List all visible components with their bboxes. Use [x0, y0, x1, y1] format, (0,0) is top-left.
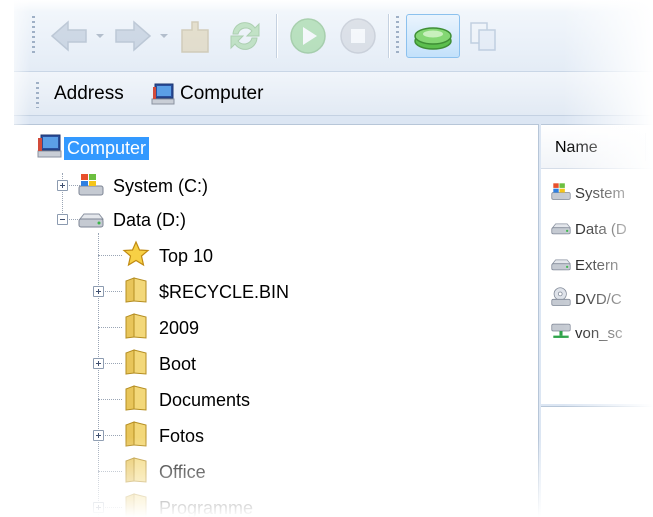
tree-node-programme[interactable]: Programme — [122, 491, 256, 517]
list-item-label: DVD/C — [575, 290, 622, 308]
back-dropdown-arrow[interactable] — [96, 34, 104, 38]
column-divider[interactable] — [645, 133, 646, 161]
address-label: Address — [54, 83, 124, 104]
tree-node-label: 2009 — [159, 317, 200, 338]
details-pane — [541, 406, 653, 517]
tree-node-label: Fotos — [159, 425, 205, 446]
tree-node-label: System (C:) — [113, 175, 209, 196]
toolbar — [14, 0, 653, 72]
collapse-toggle[interactable] — [57, 214, 68, 225]
tree-node-system-drive[interactable]: System (C:) — [78, 169, 211, 203]
address-bar-grip[interactable] — [36, 82, 39, 108]
tree-node-label: Data (D:) — [113, 209, 187, 230]
system-drive-icon — [78, 172, 104, 201]
drive-view-icon — [414, 27, 452, 50]
list-item[interactable]: von_sc — [551, 321, 623, 345]
forward-button[interactable] — [110, 14, 156, 58]
list-item[interactable]: DVD/C — [551, 287, 622, 311]
folder-icon — [122, 456, 150, 489]
tree-connector — [98, 327, 122, 328]
list-item-label: von_sc — [575, 324, 623, 342]
tree-node-label: Computer — [64, 136, 150, 160]
toolbar-grip[interactable] — [396, 16, 399, 56]
refresh-icon — [230, 22, 260, 50]
refresh-button[interactable] — [224, 14, 266, 58]
play-button[interactable] — [286, 14, 330, 58]
tree-node-recycle-bin[interactable]: $RECYCLE.BIN — [122, 275, 292, 309]
toolbar-separator — [276, 14, 277, 58]
address-bar: Address Computer — [14, 72, 653, 116]
up-button[interactable] — [174, 14, 216, 58]
expand-toggle[interactable] — [93, 430, 104, 441]
list-item-label: Extern — [575, 256, 619, 274]
computer-icon — [36, 134, 62, 163]
tree-node-label: Programme — [159, 497, 254, 517]
list-item[interactable]: System — [551, 181, 625, 205]
network-drive-icon — [551, 320, 571, 346]
folder-icon — [122, 348, 150, 381]
expand-toggle[interactable] — [93, 358, 104, 369]
hard-drive-icon — [551, 217, 572, 241]
folder-icon — [122, 492, 150, 517]
forward-arrow-icon — [115, 20, 152, 52]
toolbar-separator — [388, 14, 389, 58]
tree-node-data-drive[interactable]: Data (D:) — [78, 203, 189, 237]
tree-node-label: $RECYCLE.BIN — [159, 281, 290, 302]
drive-view-button[interactable] — [406, 14, 460, 58]
tree-node-office[interactable]: Office — [122, 455, 209, 489]
dvd-drive-icon — [551, 286, 571, 312]
column-header-name[interactable]: Name — [541, 125, 653, 169]
up-folder-icon — [181, 21, 209, 53]
address-value[interactable]: Computer — [180, 83, 263, 105]
forward-dropdown-arrow[interactable] — [160, 34, 168, 38]
toolbar-grip[interactable] — [32, 16, 35, 56]
tree-node-computer[interactable]: Computer — [36, 131, 150, 165]
folder-icon — [122, 312, 150, 345]
folder-icon — [122, 276, 150, 309]
play-icon — [290, 18, 326, 54]
stop-button[interactable] — [336, 14, 380, 58]
list-item[interactable]: Data (D — [551, 217, 627, 241]
tree-node-label: Top 10 — [159, 245, 214, 266]
copy-button[interactable] — [466, 14, 500, 58]
tree-node-documents[interactable]: Documents — [122, 383, 253, 417]
column-header-label: Name — [555, 139, 598, 156]
expand-toggle[interactable] — [57, 180, 68, 191]
star-icon — [122, 240, 150, 273]
tree-connector — [98, 255, 122, 256]
folder-icon — [122, 420, 150, 453]
copy-icon — [470, 22, 496, 51]
list-item-label: Data (D — [575, 220, 627, 238]
tree-connector — [98, 233, 99, 517]
list-item-label: System — [575, 184, 626, 202]
tree-node-boot[interactable]: Boot — [122, 347, 199, 381]
tree-node-label: Office — [159, 461, 206, 482]
tree-node-fotos[interactable]: Fotos — [122, 419, 207, 453]
folder-icon — [122, 384, 150, 417]
list-item[interactable]: Extern — [551, 253, 618, 277]
hard-drive-icon — [78, 206, 105, 235]
folder-tree[interactable]: Computer System (C:) Data (D:) Top 10 $R… — [14, 124, 539, 517]
stop-icon — [340, 18, 376, 54]
tree-node-label: Boot — [159, 353, 197, 374]
file-list[interactable]: Name System Data (D Extern DVD/C von_sc — [541, 124, 653, 404]
back-arrow-icon — [50, 20, 87, 52]
computer-icon — [151, 83, 175, 110]
explorer-window: Address Computer Computer System (C:) Da… — [14, 0, 653, 517]
expand-toggle[interactable] — [93, 286, 104, 297]
tree-node-label: Documents — [159, 389, 251, 410]
tree-connector — [98, 399, 122, 400]
system-drive-icon — [551, 181, 571, 205]
tree-node-top-10[interactable]: Top 10 — [122, 239, 216, 273]
tree-connector — [98, 471, 122, 472]
hard-drive-icon — [551, 253, 572, 277]
tree-node-2009[interactable]: 2009 — [122, 311, 202, 345]
back-button[interactable] — [46, 14, 92, 58]
expand-toggle[interactable] — [93, 502, 104, 513]
